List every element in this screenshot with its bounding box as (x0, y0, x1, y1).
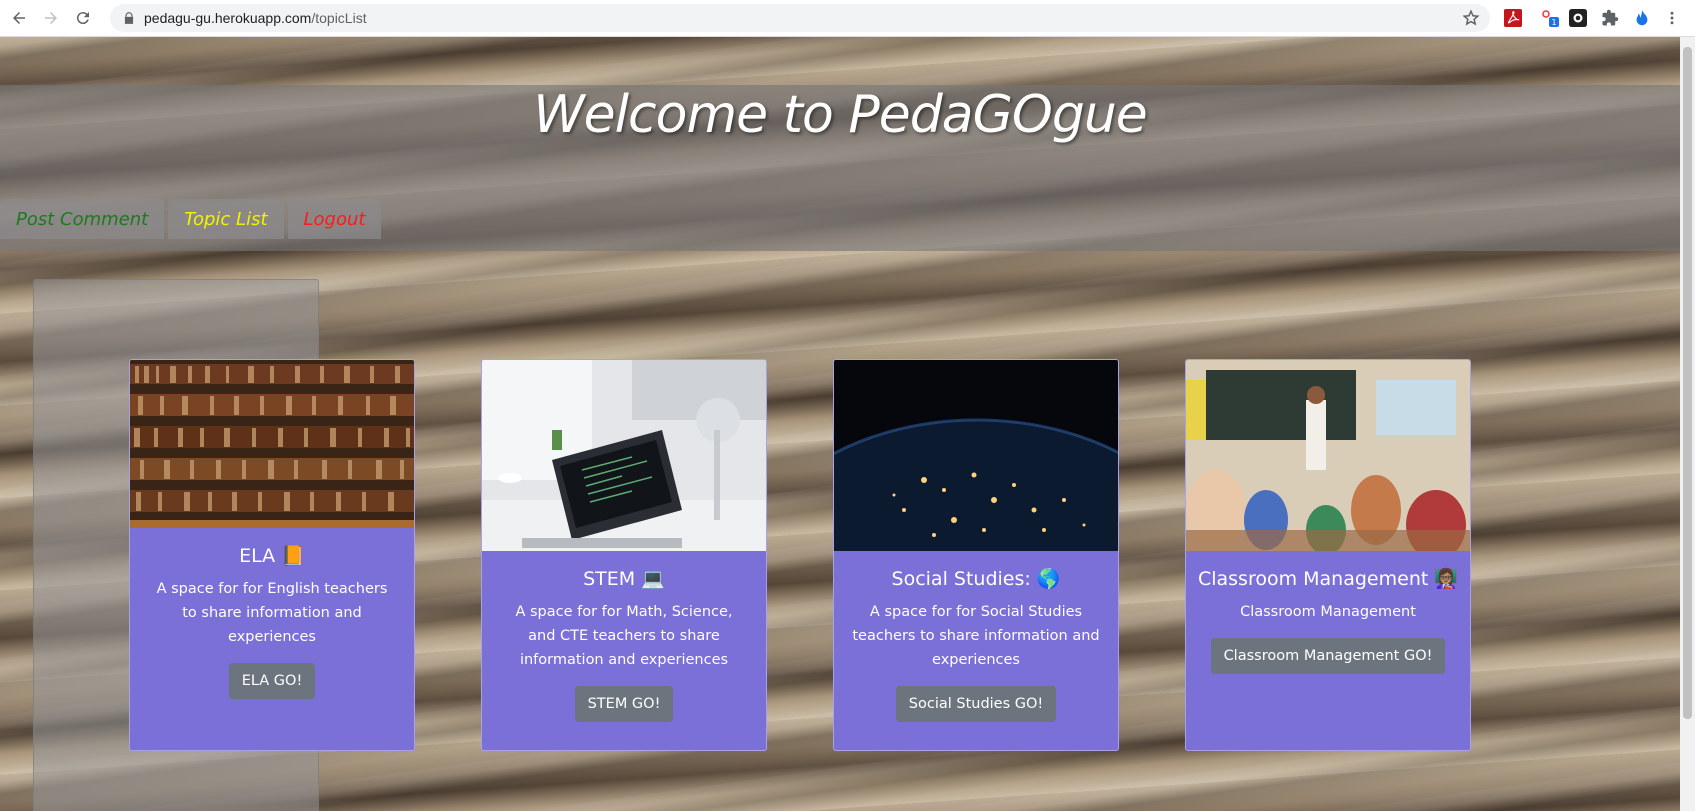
card-title: STEM 💻 (583, 568, 665, 590)
camera-extension-icon[interactable] (1568, 8, 1588, 28)
topic-card-social-studies: Social Studies: 🌎 A space for for Social… (833, 359, 1119, 751)
url-text: pedagu-gu.herokuapp.com/topicList (144, 10, 367, 26)
tab-label: Logout (303, 208, 366, 230)
social-studies-go-button[interactable]: Social Studies GO! (895, 686, 1057, 722)
browser-toolbar: pedagu-gu.herokuapp.com/topicList 1 (0, 0, 1695, 37)
stem-go-button[interactable]: STEM GO! (574, 686, 674, 722)
tab-logout[interactable]: Logout (287, 199, 382, 239)
address-bar[interactable]: pedagu-gu.herokuapp.com/topicList (110, 4, 1490, 32)
nav-tabs: Post Comment Topic List Logout (0, 199, 382, 239)
url-host: pedagu-gu.herokuapp.com (144, 10, 312, 26)
flame-extension-icon[interactable] (1632, 8, 1652, 28)
bookmark-star-icon[interactable] (1462, 9, 1480, 27)
classroom-image (1186, 360, 1470, 551)
forward-icon[interactable] (38, 5, 64, 31)
back-icon[interactable] (6, 5, 32, 31)
tab-label: Topic List (184, 208, 268, 230)
card-description: A space for for Math, Science, and CTE t… (515, 604, 733, 668)
lock-icon (124, 12, 134, 24)
classroom-management-go-button[interactable]: Classroom Management GO! (1210, 638, 1446, 674)
card-description: Classroom Management (1240, 604, 1416, 620)
topic-card-stem: STEM 💻 A space for for Math, Science, an… (481, 359, 767, 751)
laptop-image (482, 360, 766, 551)
page-background: Welcome to PedaGOgue Post Comment Topic … (0, 37, 1680, 811)
tab-post-comment[interactable]: Post Comment (0, 199, 165, 239)
page-title: Welcome to PedaGOgue (533, 85, 1148, 145)
url-path: /topicList (311, 10, 367, 26)
earth-night-image (834, 360, 1118, 551)
card-title: Classroom Management 👩🏽‍🏫 (1197, 568, 1459, 590)
puzzle-extensions-icon[interactable] (1600, 8, 1620, 28)
card-title: Social Studies: 🌎 (891, 568, 1061, 590)
scrollbar[interactable] (1680, 37, 1695, 811)
bookshelf-image (130, 360, 414, 528)
menu-kebab-icon[interactable] (1662, 8, 1682, 28)
reload-icon[interactable] (70, 5, 96, 31)
ela-go-button[interactable]: ELA GO! (228, 663, 316, 699)
shapes-extension-icon[interactable]: 1 (1540, 8, 1560, 28)
scrollbar-thumb[interactable] (1683, 47, 1692, 719)
topic-card-ela: ELA 📙 A space for for English teachers t… (129, 359, 415, 751)
pdf-extension-icon[interactable] (1503, 8, 1523, 28)
topic-card-classroom-management: Classroom Management 👩🏽‍🏫 Classroom Mana… (1185, 359, 1471, 751)
tab-topic-list[interactable]: Topic List (168, 199, 284, 239)
card-description: A space for for Social Studies teachers … (852, 604, 1100, 668)
svg-text:1: 1 (1551, 18, 1556, 27)
tab-label: Post Comment (16, 208, 149, 230)
card-description: A space for for English teachers to shar… (156, 581, 388, 645)
card-title: ELA 📙 (239, 545, 305, 567)
